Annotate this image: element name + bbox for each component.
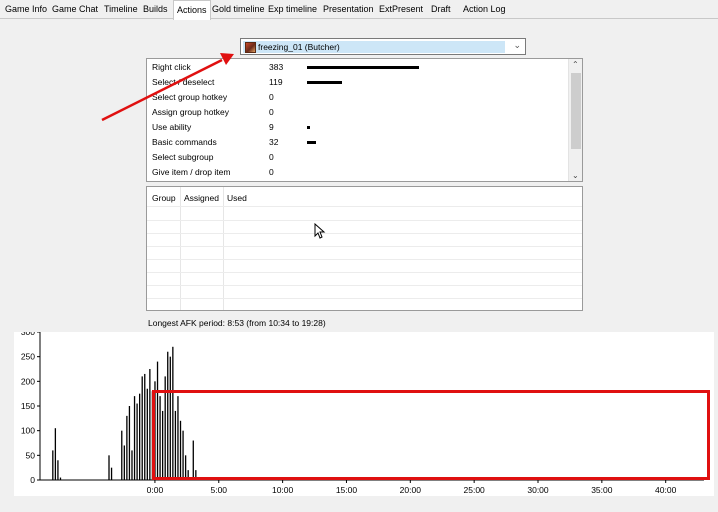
arrow-shaft [101,58,223,122]
annotation-arrow [101,53,234,122]
arrow-head [220,53,234,65]
